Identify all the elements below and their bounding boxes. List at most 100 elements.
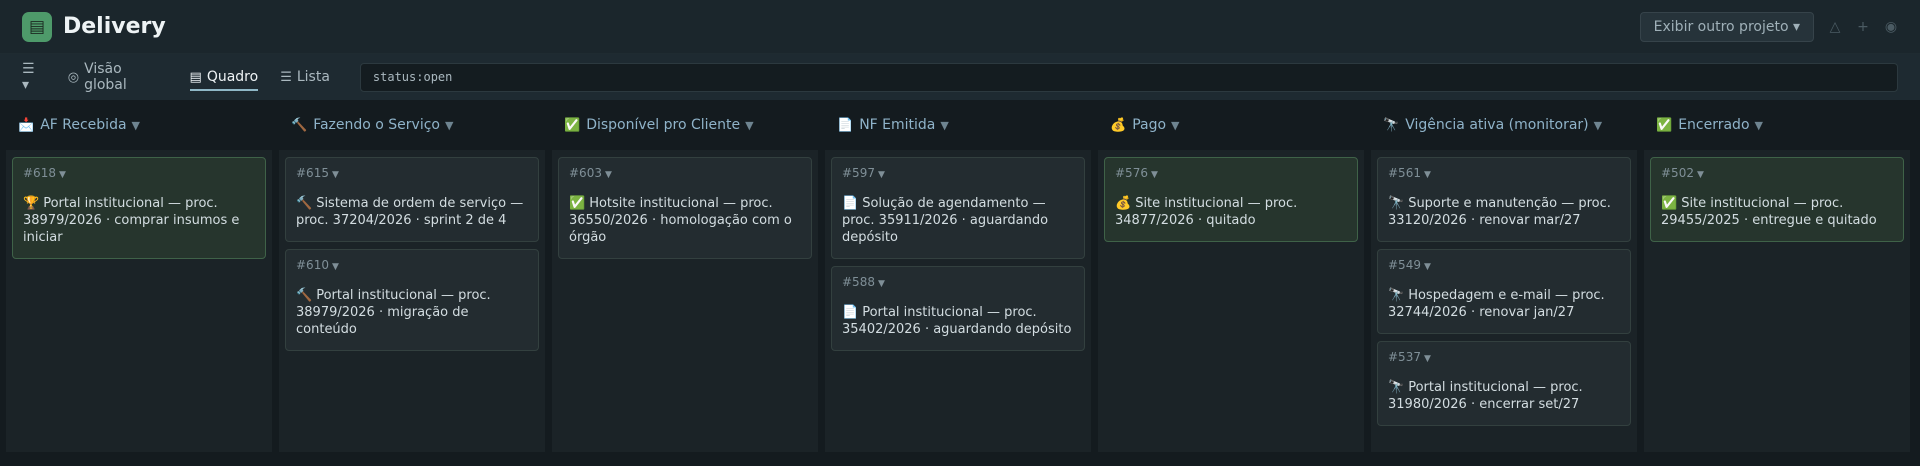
- user-icon[interactable]: ◉: [1884, 19, 1898, 35]
- money-bag-icon: 💰: [1110, 117, 1127, 133]
- issue-id: #618 ▼: [23, 166, 255, 180]
- issue-title: 📄 Portal institucional — proc. 35402/2026…: [842, 304, 1074, 338]
- column-header[interactable]: 💰 Pago ▼: [1098, 100, 1364, 150]
- issue-id: #549 ▼: [1388, 258, 1620, 272]
- issue-title: 🔭 Suporte e manutenção — proc. 33120/2026…: [1388, 195, 1620, 229]
- column-body: #615 ▼ 🔨 Sistema de ordem de serviço — proc…: [279, 150, 545, 452]
- check-icon: ✅: [569, 196, 586, 211]
- kanban-column: 🔭 Vigência ativa (monitorar) ▼ #561 ▼ 🔭 Suport…: [1371, 100, 1637, 452]
- tab-label: Visão global: [84, 61, 127, 93]
- column-header[interactable]: 🔨 Fazendo o Serviço ▼: [279, 100, 545, 150]
- chevron-down-icon[interactable]: ▼: [59, 170, 66, 180]
- issue-text: Site institucional — proc. 34877/2026 · …: [1115, 196, 1298, 228]
- issue-text: Portal institucional — proc. 31980/2026 …: [1388, 380, 1583, 412]
- issue-number: #576: [1115, 166, 1148, 180]
- issue-card[interactable]: #603 ▼ ✅ Hotsite institucional — proc. 3655…: [558, 157, 812, 259]
- issue-title: ✅ Site institucional — proc. 29455/2025 ·…: [1661, 195, 1893, 229]
- telescope-icon: 🔭: [1388, 380, 1405, 395]
- chevron-down-icon[interactable]: ▼: [332, 262, 339, 272]
- issue-card[interactable]: #597 ▼ 📄 Solução de agendamento — proc. 359…: [831, 157, 1085, 259]
- issue-id: #597 ▼: [842, 166, 1074, 180]
- invoice-icon: 📄: [837, 117, 854, 133]
- tab-lista[interactable]: ☰ Lista: [280, 54, 330, 100]
- kanban-column: 🔨 Fazendo o Serviço ▼ #615 ▼ 🔨 Sistema de orde…: [279, 100, 545, 452]
- column-body: #597 ▼ 📄 Solução de agendamento — proc. 359…: [825, 150, 1091, 452]
- menu-button[interactable]: ☰ ▾: [22, 54, 46, 100]
- column-title: Pago: [1132, 117, 1167, 133]
- column-body: #561 ▼ 🔭 Suporte e manutenção — proc. 33120…: [1371, 150, 1637, 452]
- issue-title: 🔨 Sistema de ordem de serviço — proc. 372…: [296, 195, 528, 229]
- plus-icon[interactable]: +: [1856, 19, 1870, 35]
- chevron-down-icon[interactable]: ▼: [1424, 354, 1431, 364]
- issue-title: 📄 Solução de agendamento — proc. 35911/20…: [842, 195, 1074, 246]
- issue-title: 🔨 Portal institucional — proc. 38979/2026…: [296, 287, 528, 338]
- clipboard-icon: ▤: [22, 11, 52, 42]
- issue-text: Hospedagem e e-mail — proc. 32744/2026 ·…: [1388, 288, 1605, 320]
- issue-card[interactable]: #576 ▼ 💰 Site institucional — proc. 34877/2…: [1104, 157, 1358, 242]
- column-body: #502 ▼ ✅ Site institucional — proc. 29455/2…: [1644, 150, 1910, 452]
- issue-text: Portal institucional — proc. 35402/2026 …: [842, 305, 1072, 337]
- filter-input[interactable]: status:open: [359, 62, 1898, 92]
- issue-card[interactable]: #610 ▼ 🔨 Portal institucional — proc. 38979…: [285, 249, 539, 351]
- chevron-down-icon[interactable]: ▼: [1424, 262, 1431, 272]
- issue-card[interactable]: #502 ▼ ✅ Site institucional — proc. 29455/2…: [1650, 157, 1904, 242]
- issue-card[interactable]: #561 ▼ 🔭 Suporte e manutenção — proc. 33120…: [1377, 157, 1631, 242]
- chevron-down-icon[interactable]: ▼: [1171, 119, 1179, 132]
- chevron-down-icon[interactable]: ▼: [745, 119, 753, 132]
- chevron-down-icon[interactable]: ▼: [878, 279, 885, 289]
- telescope-icon: 🔭: [1388, 196, 1405, 211]
- issue-id: #610 ▼: [296, 258, 528, 272]
- issue-text: Hotsite institucional — proc. 36550/2026…: [569, 196, 792, 245]
- switch-project-button[interactable]: Exibir outro projeto ▾: [1639, 11, 1814, 42]
- issue-title: 🔭 Portal institucional — proc. 31980/2026…: [1388, 379, 1620, 413]
- money-bag-icon: 💰: [1115, 196, 1132, 211]
- chevron-down-icon[interactable]: ▼: [1424, 170, 1431, 180]
- chevron-down-icon[interactable]: ▼: [940, 119, 948, 132]
- issue-card[interactable]: #588 ▼ 📄 Portal institucional — proc. 35402…: [831, 266, 1085, 351]
- chevron-down-icon[interactable]: ▼: [1151, 170, 1158, 180]
- top-bar: ▤ Delivery Exibir outro projeto ▾ △ + ◉: [0, 0, 1920, 54]
- issue-text: Portal institucional — proc. 38979/2026 …: [296, 288, 491, 337]
- column-header[interactable]: 📄 NF Emitida ▼: [825, 100, 1091, 150]
- issue-card[interactable]: #537 ▼ 🔭 Portal institucional — proc. 31980…: [1377, 341, 1631, 426]
- kanban-column: 📩 AF Recebida ▼ #618 ▼ 🏆 Portal institucional …: [6, 100, 272, 452]
- issue-number: #618: [23, 166, 56, 180]
- issue-number: #502: [1661, 166, 1694, 180]
- chevron-down-icon[interactable]: ▼: [332, 170, 339, 180]
- chevron-down-icon[interactable]: ▼: [605, 170, 612, 180]
- kanban-board: 📩 AF Recebida ▼ #618 ▼ 🏆 Portal institucional …: [6, 100, 1914, 452]
- issue-id: #561 ▼: [1388, 166, 1620, 180]
- column-title: AF Recebida: [40, 117, 127, 133]
- chevron-down-icon[interactable]: ▼: [132, 119, 140, 132]
- issue-card[interactable]: #618 ▼ 🏆 Portal institucional — proc. 38979…: [12, 157, 266, 259]
- chevron-down-icon[interactable]: ▼: [878, 170, 885, 180]
- tab-visao-global[interactable]: ◎ Visão global: [68, 54, 168, 100]
- issue-text: Solução de agendamento — proc. 35911/202…: [842, 196, 1049, 245]
- column-header[interactable]: 📩 AF Recebida ▼: [6, 100, 272, 150]
- telescope-icon: 🔭: [1388, 288, 1405, 303]
- column-title: Fazendo o Serviço: [313, 117, 440, 133]
- column-title: NF Emitida: [859, 117, 936, 133]
- issue-number: #615: [296, 166, 329, 180]
- chevron-down-icon[interactable]: ▼: [1755, 119, 1763, 132]
- invoice-icon: 📄: [842, 305, 859, 320]
- chevron-down-icon[interactable]: ▼: [1697, 170, 1704, 180]
- issue-card[interactable]: #615 ▼ 🔨 Sistema de ordem de serviço — proc…: [285, 157, 539, 242]
- issue-title: 💰 Site institucional — proc. 34877/2026 ·…: [1115, 195, 1347, 229]
- target-icon: ◎: [67, 69, 80, 85]
- column-header[interactable]: ✅ Disponível pro Cliente ▼: [552, 100, 818, 150]
- column-header[interactable]: ✅ Encerrado ▼: [1644, 100, 1910, 150]
- issue-id: #502 ▼: [1661, 166, 1893, 180]
- alert-icon[interactable]: △: [1828, 19, 1842, 35]
- chevron-down-icon[interactable]: ▼: [445, 119, 453, 132]
- column-header[interactable]: 🔭 Vigência ativa (monitorar) ▼: [1371, 100, 1637, 150]
- column-title: Vigência ativa (monitorar): [1405, 117, 1589, 133]
- issue-id: #588 ▼: [842, 275, 1074, 289]
- tab-label: Quadro: [206, 69, 259, 85]
- issue-number: #610: [296, 258, 329, 272]
- kanban-column: ✅ Encerrado ▼ #502 ▼ ✅ Site institucional — pr…: [1644, 100, 1910, 452]
- chevron-down-icon[interactable]: ▼: [1594, 119, 1602, 132]
- hammer-icon: 🔨: [296, 288, 313, 303]
- tab-quadro[interactable]: ▤ Quadro: [189, 54, 259, 100]
- issue-card[interactable]: #549 ▼ 🔭 Hospedagem e e-mail — proc. 32744/…: [1377, 249, 1631, 334]
